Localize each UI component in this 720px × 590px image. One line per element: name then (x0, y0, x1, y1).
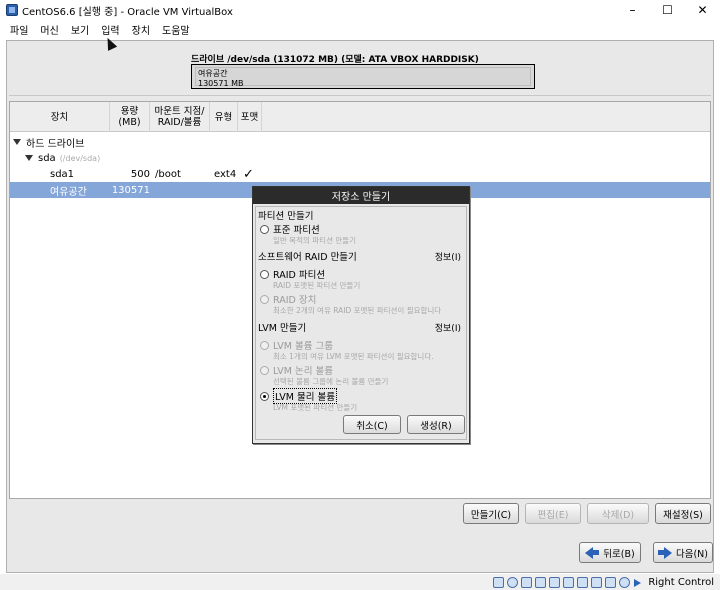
cpu-icon[interactable] (605, 576, 617, 588)
disk-name: sda (38, 152, 56, 164)
shared-folders-icon[interactable] (563, 576, 575, 588)
disk-path: (/dev/sda) (59, 153, 101, 163)
menu-machine[interactable]: 머신 (34, 22, 64, 37)
option-label: 표준 파티션 (273, 225, 320, 236)
free-space-size: 130571 MB (198, 79, 244, 88)
tree-header: 장치 용량 (MB) 마운트 지점/ RAID/볼륨 유형 포맷 (10, 102, 710, 132)
row-mount: /boot (155, 168, 181, 180)
close-button[interactable]: ✕ (685, 0, 720, 20)
section-raid: 소프트웨어 RAID 만들기 (258, 252, 357, 263)
window-title-bar: CentOS6.6 [실행 중] - Oracle VM VirtualBox … (0, 0, 720, 20)
drive-usage-bar: 여유공간 130571 MB (191, 64, 535, 89)
option-label: LVM 논리 볼륨 (273, 366, 333, 377)
row-type: ext4 (214, 168, 237, 180)
option-desc: 선택된 볼륨 그룹에 논리 볼륨 만들기 (273, 377, 389, 386)
optical-drive-icon[interactable] (507, 576, 519, 588)
menu-file[interactable]: 파일 (4, 22, 34, 37)
option-standard-partition[interactable]: 표준 파티션 (260, 222, 320, 236)
create-button[interactable]: 만들기(C) (463, 503, 519, 524)
section-lvm: LVM 만들기 (258, 323, 307, 334)
group-label: 하드 드라이브 (26, 138, 85, 150)
table-row[interactable]: sda1 500 /boot ext4 ✓ (10, 166, 710, 182)
radio-icon (260, 294, 269, 304)
tree-disk-sda[interactable]: sda (/dev/sda) (10, 150, 710, 166)
section-partition: 파티션 만들기 (258, 211, 314, 222)
menu-input[interactable]: 입력 (95, 22, 125, 37)
option-desc: LVM 포맷된 파티션 만들기 (273, 403, 358, 412)
raid-info-button[interactable]: 정보(I) (435, 250, 461, 263)
host-key-label: Right Control (648, 576, 714, 588)
free-space-label: 여유공간 (198, 69, 228, 78)
harddisk-icon[interactable] (493, 576, 505, 588)
window-title: CentOS6.6 [실행 중] - Oracle VM VirtualBox (22, 6, 233, 18)
drive-summary: 드라이브 /dev/sda (131072 MB) (모델: ATA VBOX … (9, 43, 711, 96)
option-raid-partition[interactable]: RAID 파티션 (260, 267, 325, 281)
option-label: RAID 장치 (273, 295, 317, 306)
host-key-arrow-icon (633, 577, 644, 588)
next-arrow-icon (658, 546, 672, 559)
disk-cell: sda (/dev/sda) (25, 150, 100, 166)
menu-bar: 파일 머신 보기 입력 장치 도움말 (0, 20, 720, 38)
option-desc: RAID 포맷된 파티션 만들기 (273, 281, 361, 290)
radio-selected-icon[interactable] (260, 391, 269, 401)
mouse-integration-icon[interactable] (619, 576, 631, 588)
col-mount[interactable]: 마운트 지점/ RAID/볼륨 (150, 102, 210, 132)
usb-icon[interactable] (549, 576, 561, 588)
window-controls: – ☐ ✕ (615, 0, 720, 20)
video-capture-icon[interactable] (591, 576, 603, 588)
create-storage-dialog: 저장소 만들기 파티션 만들기 표준 파티션 일반 목적의 파티션 만들기 소프… (252, 186, 470, 444)
guest-screen: 드라이브 /dev/sda (131072 MB) (모델: ATA VBOX … (6, 40, 714, 573)
back-arrow-icon (585, 546, 600, 559)
col-type[interactable]: 유형 (210, 102, 238, 132)
dialog-cancel-button[interactable]: 취소(C) (343, 415, 401, 434)
format-check-icon: ✓ (243, 166, 254, 182)
reset-button[interactable]: 재설정(S) (655, 503, 711, 524)
audio-icon[interactable] (521, 576, 533, 588)
back-label: 뒤로(B) (603, 548, 635, 560)
tree-group-hard-drives[interactable]: 하드 드라이브 (10, 134, 710, 150)
free-space-segment[interactable]: 여유공간 130571 MB (195, 67, 531, 88)
option-label: LVM 볼륨 그룹 (273, 341, 333, 352)
option-label: RAID 파티션 (273, 270, 326, 281)
dialog-body: 파티션 만들기 표준 파티션 일반 목적의 파티션 만들기 소프트웨어 RAID… (255, 206, 467, 440)
next-label: 다음(N) (676, 548, 708, 560)
dialog-create-button[interactable]: 생성(R) (407, 415, 465, 434)
radio-icon (260, 340, 269, 350)
group-cell: 하드 드라이브 (13, 134, 84, 150)
row-size: 130571 (111, 184, 150, 196)
option-desc: 최소한 2개의 여유 RAID 포맷된 파티션이 필요합니다 (273, 306, 442, 315)
col-device[interactable]: 장치 (10, 102, 110, 132)
radio-icon[interactable] (260, 224, 269, 234)
delete-button: 삭제(D) (587, 503, 649, 524)
radio-icon (260, 365, 269, 375)
display-icon[interactable] (577, 576, 589, 588)
option-desc: 최소 1개의 여유 LVM 포맷된 파티션이 필요합니다. (273, 352, 434, 361)
edit-button: 편집(E) (525, 503, 581, 524)
expand-triangle-icon[interactable] (25, 155, 33, 161)
option-desc: 일반 목적의 파티션 만들기 (273, 236, 357, 245)
option-raid-device: RAID 장치 (260, 292, 316, 306)
row-device: sda1 (50, 168, 75, 180)
next-button[interactable]: 다음(N) (653, 542, 713, 563)
option-lvm-volume-group: LVM 볼륨 그룹 (260, 338, 333, 352)
network-icon[interactable] (535, 576, 547, 588)
menu-view[interactable]: 보기 (65, 22, 95, 37)
dialog-title: 저장소 만들기 (253, 187, 469, 204)
minimize-button[interactable]: – (615, 0, 650, 20)
menu-help[interactable]: 도움말 (156, 22, 196, 37)
expand-triangle-icon[interactable] (13, 139, 21, 145)
row-size: 500 (130, 168, 150, 180)
col-size[interactable]: 용량 (MB) (110, 102, 150, 132)
back-button[interactable]: 뒤로(B) (579, 542, 641, 563)
row-device: 여유공간 (50, 186, 87, 198)
maximize-button[interactable]: ☐ (650, 0, 685, 20)
vm-status-bar: Right Control (0, 574, 720, 590)
option-lvm-logical-volume: LVM 논리 볼륨 (260, 363, 333, 377)
lvm-info-button[interactable]: 정보(I) (435, 321, 461, 334)
menu-devices[interactable]: 장치 (126, 22, 156, 37)
virtualbox-app-icon (6, 4, 18, 16)
radio-icon[interactable] (260, 269, 269, 279)
col-format[interactable]: 포맷 (238, 102, 262, 132)
